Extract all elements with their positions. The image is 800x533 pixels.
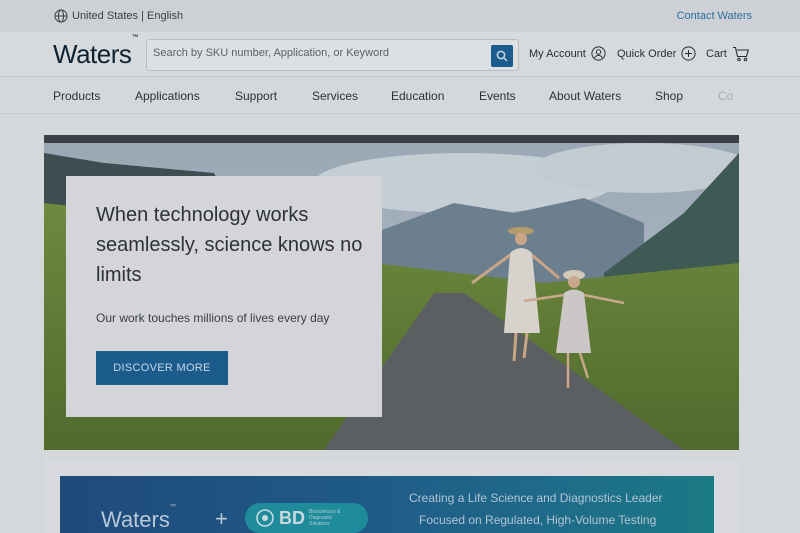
cart-label: Cart [706,48,727,60]
top-bar: United States | English Contact Waters [0,0,800,32]
locale-label: United States | English [72,10,184,22]
promo-headline-1: Creating a Life Science and Diagnostics … [409,491,663,505]
nav-item-applications[interactable]: Applications [135,89,200,103]
promo-bd-logo: BD Biosciences & Diagnostic Solutions [245,503,368,533]
search-input[interactable] [153,47,483,59]
bd-sun-icon [256,509,274,527]
nav-item-about-waters[interactable]: About Waters [549,89,621,103]
search-icon [496,50,508,62]
quick-order-link[interactable]: Quick Order [617,46,696,61]
discover-more-button[interactable]: DISCOVER MORE [96,351,228,385]
promo-banner[interactable]: Waters™ + BD Biosciences & Diagnostic So… [60,476,714,533]
my-account-label: My Account [529,47,586,60]
promo-plus: + [215,506,228,531]
globe-icon [54,9,68,23]
search-button[interactable] [491,45,513,67]
nav-item-contact-truncated[interactable]: Co [718,89,733,103]
nav-item-shop[interactable]: Shop [655,89,683,103]
locale-selector[interactable]: United States | English [54,9,183,23]
hero-title: When technology works seamlessly, scienc… [96,204,363,286]
nav-item-products[interactable]: Products [53,89,100,103]
hero-top-bar [44,135,739,143]
hero-card: When technology works seamlessly, scienc… [66,176,382,417]
my-account-link[interactable]: My Account [529,46,606,61]
nav-item-events[interactable]: Events [479,89,516,103]
main-nav: Products Applications Support Services E… [0,78,800,114]
plus-circle-icon [681,46,696,61]
cart-icon [732,46,749,62]
site-header: Waters™ My Account Quick Order Cart [0,32,800,77]
nav-item-services[interactable]: Services [312,89,358,103]
quick-order-label: Quick Order [617,47,677,60]
user-icon [591,46,606,61]
nav-item-support[interactable]: Support [235,89,277,103]
search-box [146,39,519,71]
hero-subtitle: Our work touches millions of lives every… [96,311,330,325]
promo-headline-2: Focused on Regulated, High-Volume Testin… [419,513,657,527]
nav-item-education[interactable]: Education [391,89,444,103]
contact-waters-link[interactable]: Contact Waters [677,10,752,22]
waters-logo[interactable]: Waters™ [53,34,138,70]
promo-waters-logo: Waters™ [101,503,176,532]
cart-link[interactable]: Cart [706,46,750,62]
